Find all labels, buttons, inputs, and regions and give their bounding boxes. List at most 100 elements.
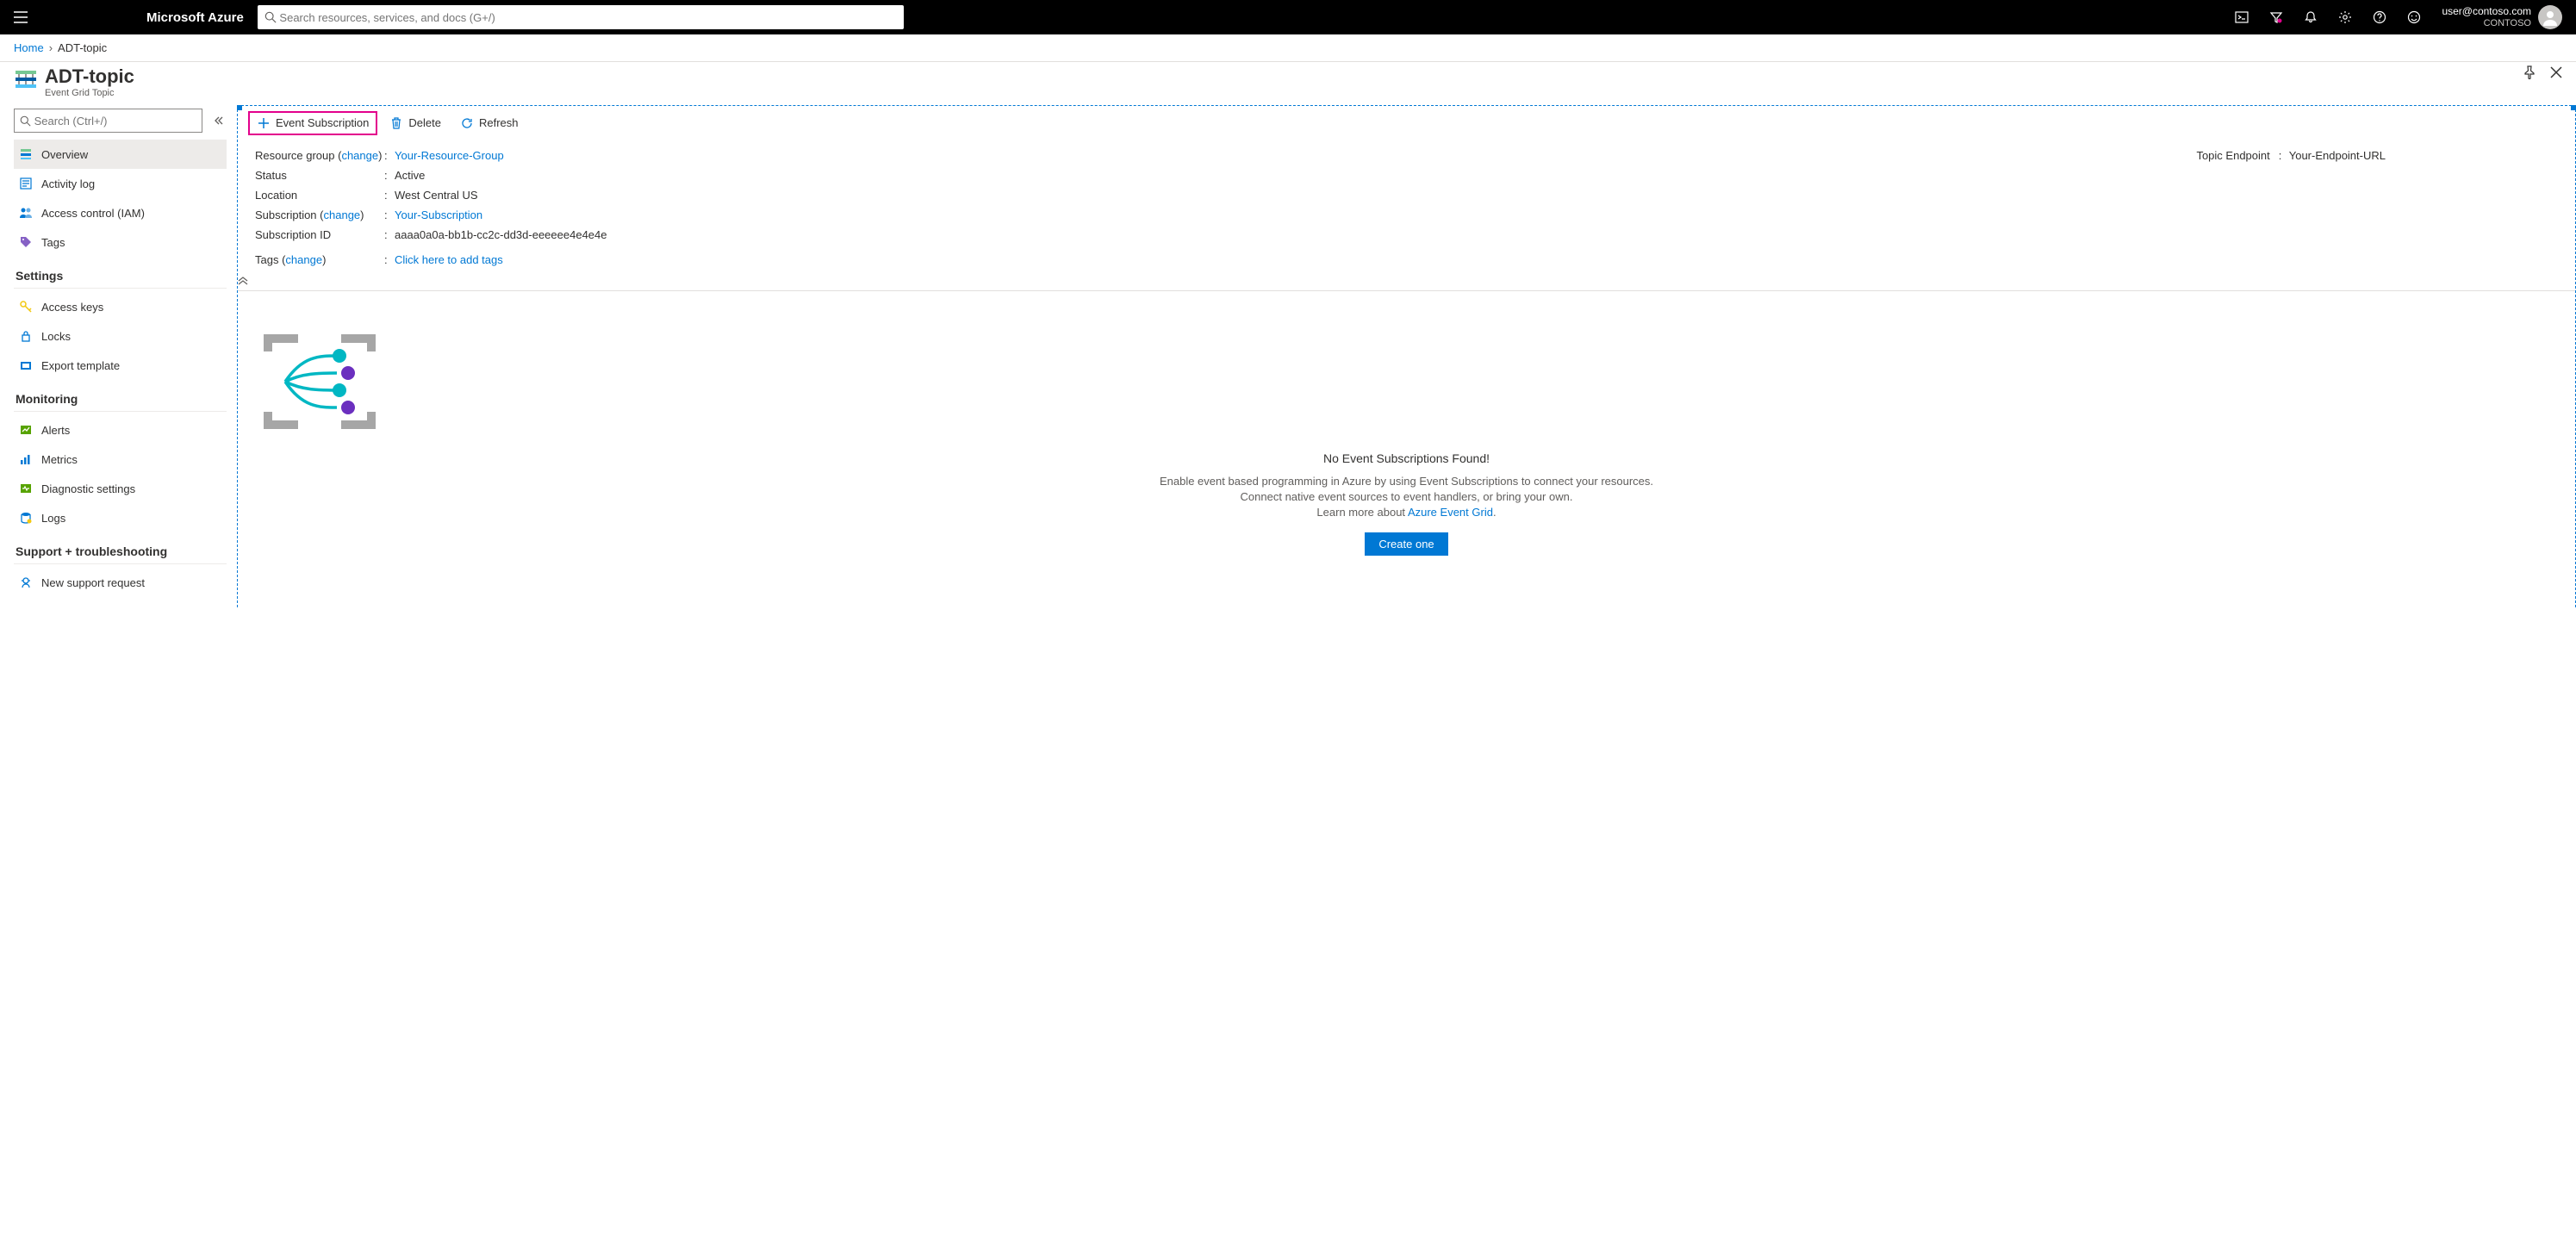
alerts-icon: [19, 423, 33, 437]
notifications-icon[interactable]: [2293, 0, 2328, 34]
collapse-sidebar-icon[interactable]: [209, 112, 227, 129]
breadcrumb-home[interactable]: Home: [14, 41, 44, 54]
logs-icon: [19, 511, 33, 525]
sidebar-item-alerts[interactable]: Alerts: [14, 415, 227, 445]
top-header: Microsoft Azure user@contoso.com CONTOSO: [0, 0, 2576, 34]
collapse-properties-icon[interactable]: [238, 275, 2575, 291]
settings-gear-icon[interactable]: [2328, 0, 2362, 34]
page-title-row: ADT-topic Event Grid Topic: [0, 62, 2576, 105]
change-sub-link[interactable]: change: [324, 208, 361, 221]
metrics-icon: [19, 452, 33, 466]
support-icon: [19, 575, 33, 589]
account-tenant: CONTOSO: [2442, 17, 2531, 29]
prop-value-subid: aaaa0a0a-bb1b-cc2c-dd3d-eeeeee4e4e4e: [395, 228, 607, 241]
export-icon: [19, 358, 33, 372]
prop-label-tags: Tags: [255, 253, 278, 266]
sidebar-section-settings: Settings: [16, 269, 227, 283]
page-subtitle: Event Grid Topic: [45, 88, 134, 98]
prop-label-location: Location: [255, 189, 384, 202]
search-icon: [264, 11, 277, 23]
help-icon[interactable]: [2362, 0, 2397, 34]
prop-value-location: West Central US: [395, 189, 478, 202]
prop-value-tags[interactable]: Click here to add tags: [395, 253, 503, 266]
activity-log-icon: [19, 177, 33, 190]
lock-icon: [19, 329, 33, 343]
top-icon-bar: [2224, 0, 2431, 34]
prop-value-endpoint: Your-Endpoint-URL: [2289, 149, 2386, 162]
create-one-button[interactable]: Create one: [1365, 532, 1447, 556]
main-content: Event Subscription Delete Refresh Resour…: [237, 105, 2576, 607]
refresh-button[interactable]: Refresh: [453, 113, 526, 134]
avatar: [2538, 5, 2562, 29]
sidebar-item-overview[interactable]: Overview: [14, 140, 227, 169]
prop-value-status: Active: [395, 169, 425, 182]
sidebar-item-label: Metrics: [41, 453, 78, 466]
sidebar-item-diagnostic-settings[interactable]: Diagnostic settings: [14, 474, 227, 503]
sidebar-item-locks[interactable]: Locks: [14, 321, 227, 351]
empty-state: No Event Subscriptions Found! Enable eve…: [238, 291, 2575, 590]
event-grid-topic-icon: [14, 67, 38, 91]
sidebar-item-label: Tags: [41, 236, 65, 249]
global-search[interactable]: [258, 5, 904, 29]
sidebar-item-logs[interactable]: Logs: [14, 503, 227, 532]
sidebar-item-label: Overview: [41, 148, 88, 161]
prop-label-subid: Subscription ID: [255, 228, 384, 241]
empty-title: No Event Subscriptions Found!: [255, 451, 2558, 465]
breadcrumb-current: ADT-topic: [58, 41, 107, 54]
change-tags-link[interactable]: change: [285, 253, 322, 266]
properties-panel: Resource group (change) : Your-Resource-…: [238, 140, 2575, 275]
sidebar-item-label: Alerts: [41, 424, 70, 437]
sidebar-item-label: New support request: [41, 576, 145, 589]
brand-label[interactable]: Microsoft Azure: [146, 10, 244, 25]
delete-button[interactable]: Delete: [383, 113, 448, 134]
event-subscription-button[interactable]: Event Subscription: [248, 111, 377, 135]
event-grid-empty-icon: [255, 326, 384, 438]
sidebar-item-label: Locks: [41, 330, 71, 343]
sidebar-item-label: Logs: [41, 512, 65, 525]
account-menu[interactable]: user@contoso.com CONTOSO: [2431, 5, 2569, 29]
sidebar-item-label: Diagnostic settings: [41, 482, 135, 495]
prop-label-status: Status: [255, 169, 384, 182]
cloud-shell-icon[interactable]: [2224, 0, 2259, 34]
sidebar-item-label: Export template: [41, 359, 120, 372]
sidebar-item-export-template[interactable]: Export template: [14, 351, 227, 380]
chevron-right-icon: ›: [49, 41, 53, 54]
prop-value-sub[interactable]: Your-Subscription: [395, 208, 482, 221]
close-icon[interactable]: [2550, 66, 2562, 78]
global-search-input[interactable]: [279, 11, 896, 24]
sidebar-item-label: Access keys: [41, 301, 103, 314]
toolbar: Event Subscription Delete Refresh: [238, 106, 2575, 140]
sidebar-item-iam[interactable]: Access control (IAM): [14, 198, 227, 227]
azure-event-grid-link[interactable]: Azure Event Grid: [1408, 506, 1493, 519]
feedback-icon[interactable]: [2397, 0, 2431, 34]
empty-line2: Connect native event sources to event ha…: [255, 489, 2558, 505]
menu-icon[interactable]: [7, 3, 34, 31]
sidebar-item-tags[interactable]: Tags: [14, 227, 227, 257]
prop-label-rg: Resource group: [255, 149, 335, 162]
pin-icon[interactable]: [2523, 65, 2536, 79]
iam-icon: [19, 206, 33, 220]
sidebar-item-metrics[interactable]: Metrics: [14, 445, 227, 474]
overview-icon: [19, 147, 33, 161]
trash-icon: [389, 116, 403, 130]
tags-icon: [19, 235, 33, 249]
sidebar-section-monitoring: Monitoring: [16, 392, 227, 406]
prop-label-endpoint: Topic Endpoint: [2196, 149, 2269, 162]
plus-icon: [257, 116, 271, 130]
sidebar-search[interactable]: [14, 109, 202, 133]
account-email: user@contoso.com: [2442, 5, 2531, 17]
sidebar-search-input[interactable]: [34, 115, 196, 128]
search-icon: [20, 115, 31, 127]
prop-label-sub: Subscription: [255, 208, 317, 221]
sidebar-item-new-support-request[interactable]: New support request: [14, 568, 227, 597]
prop-value-rg[interactable]: Your-Resource-Group: [395, 149, 504, 162]
filter-icon[interactable]: [2259, 0, 2293, 34]
key-icon: [19, 300, 33, 314]
sidebar-item-label: Activity log: [41, 177, 95, 190]
empty-learn-prefix: Learn more about: [1316, 506, 1408, 519]
change-rg-link[interactable]: change: [341, 149, 378, 162]
sidebar-item-label: Access control (IAM): [41, 207, 145, 220]
empty-line1: Enable event based programming in Azure …: [255, 474, 2558, 489]
sidebar-item-access-keys[interactable]: Access keys: [14, 292, 227, 321]
sidebar-item-activity-log[interactable]: Activity log: [14, 169, 227, 198]
